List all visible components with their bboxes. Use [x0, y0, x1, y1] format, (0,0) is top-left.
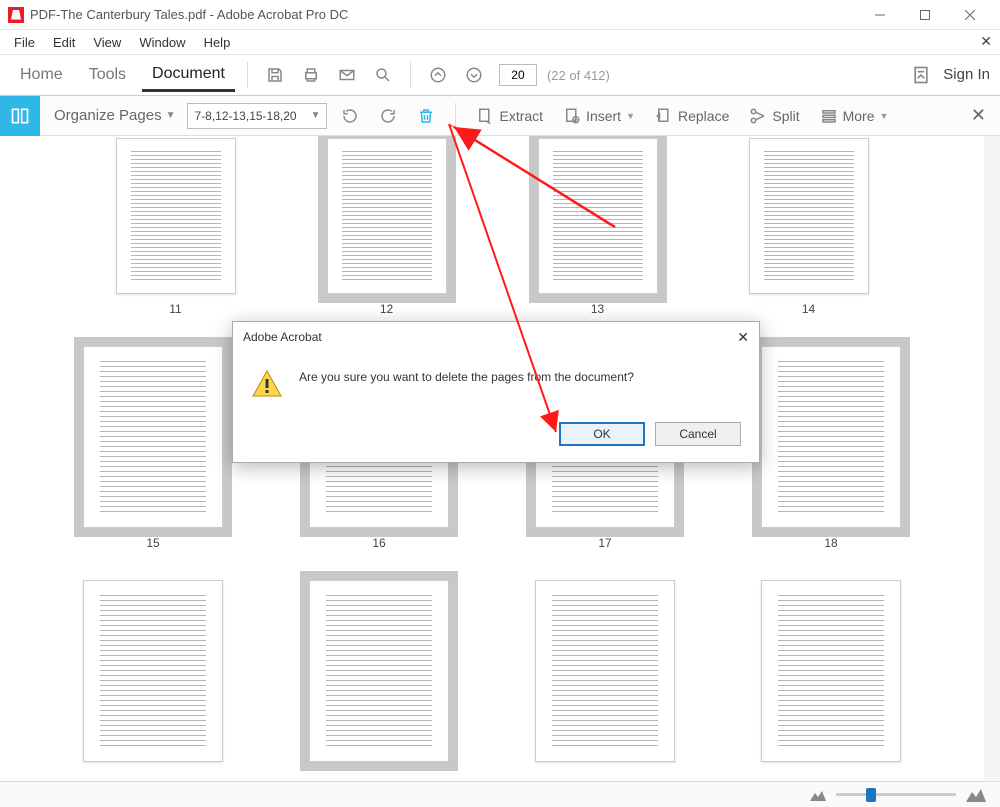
menu-window[interactable]: Window — [131, 32, 193, 53]
split-label: Split — [772, 108, 799, 124]
confirm-dialog: Adobe Acrobat ✕ Are you sure you want to… — [232, 321, 760, 463]
signin-label: Sign In — [943, 66, 990, 83]
acrobat-icon — [8, 7, 24, 23]
minimize-button[interactable] — [857, 0, 902, 30]
page-up-icon[interactable] — [423, 60, 453, 90]
status-bar — [0, 781, 1000, 807]
ok-button[interactable]: OK — [559, 422, 645, 446]
replace-button[interactable]: Replace — [649, 107, 735, 125]
organize-panel-icon[interactable] — [0, 96, 40, 136]
nav-document[interactable]: Document — [142, 59, 235, 92]
main-toolbar: Home Tools Document (22 of 412) Sign In — [0, 54, 1000, 96]
page-thumb-19[interactable] — [83, 580, 223, 762]
print-icon[interactable] — [296, 60, 326, 90]
zoom-in-icon[interactable] — [966, 788, 986, 802]
menubar: File Edit View Window Help ✕ — [0, 30, 1000, 54]
page-label: 17 — [598, 536, 611, 550]
page-label: 14 — [802, 302, 815, 316]
nav-tools[interactable]: Tools — [79, 60, 136, 90]
extract-label: Extract — [499, 108, 543, 124]
page-label: 13 — [591, 302, 604, 316]
rotate-ccw-icon[interactable] — [335, 101, 365, 131]
organize-toolbar: Organize Pages▼ 7-8,12-13,15-18,20▼ Extr… — [0, 96, 1000, 136]
more-label: More — [843, 108, 875, 124]
page-down-icon[interactable] — [459, 60, 489, 90]
warning-icon — [251, 368, 283, 400]
page-label: 16 — [372, 536, 385, 550]
replace-label: Replace — [678, 108, 729, 124]
dialog-message: Are you sure you want to delete the page… — [299, 368, 634, 384]
page-label: 12 — [380, 302, 393, 316]
extract-button[interactable]: Extract — [470, 107, 549, 125]
split-button[interactable]: Split — [743, 107, 805, 125]
page-number-input[interactable] — [499, 64, 537, 86]
cancel-button[interactable]: Cancel — [655, 422, 741, 446]
page-thumb-15[interactable] — [83, 346, 223, 528]
dialog-close-icon[interactable]: ✕ — [737, 329, 749, 346]
close-tool-icon[interactable]: ✕ — [967, 105, 990, 126]
organize-pages-dropdown[interactable]: Organize Pages▼ — [54, 107, 179, 124]
page-range-input[interactable]: 7-8,12-13,15-18,20▼ — [187, 103, 327, 129]
zoom-slider[interactable] — [836, 793, 956, 796]
scrollbar-thumb[interactable] — [986, 156, 998, 216]
menu-help[interactable]: Help — [196, 32, 239, 53]
insert-label: Insert — [586, 108, 621, 124]
menu-file[interactable]: File — [6, 32, 43, 53]
organize-pages-label: Organize Pages — [54, 107, 162, 124]
maximize-button[interactable] — [902, 0, 947, 30]
menu-edit[interactable]: Edit — [45, 32, 83, 53]
menu-view[interactable]: View — [85, 32, 129, 53]
page-thumb-14[interactable] — [749, 138, 869, 294]
more-button[interactable]: More▼ — [814, 107, 895, 125]
page-thumb-11[interactable] — [116, 138, 236, 294]
signin[interactable]: Sign In — [901, 65, 990, 85]
page-count-label: (22 of 412) — [547, 68, 610, 83]
page-range-value: 7-8,12-13,15-18,20 — [194, 109, 296, 123]
page-thumb-20[interactable] — [309, 580, 449, 762]
page-thumb-12[interactable] — [327, 138, 447, 294]
close-button[interactable] — [947, 0, 992, 30]
zoom-out-icon[interactable] — [810, 789, 826, 801]
titlebar: PDF-The Canterbury Tales.pdf - Adobe Acr… — [0, 0, 1000, 30]
page-label: 15 — [146, 536, 159, 550]
mail-icon[interactable] — [332, 60, 362, 90]
page-label: 11 — [169, 302, 181, 316]
rotate-cw-icon[interactable] — [373, 101, 403, 131]
page-thumb-13[interactable] — [538, 138, 658, 294]
search-icon[interactable] — [368, 60, 398, 90]
page-thumb-18[interactable] — [761, 346, 901, 528]
page-thumb-21[interactable] — [535, 580, 675, 762]
page-label: 18 — [824, 536, 837, 550]
save-icon[interactable] — [260, 60, 290, 90]
dialog-title: Adobe Acrobat — [243, 330, 322, 344]
document-close-button[interactable]: ✕ — [980, 33, 992, 50]
nav-home[interactable]: Home — [10, 60, 73, 90]
delete-icon[interactable] — [411, 101, 441, 131]
window-title: PDF-The Canterbury Tales.pdf - Adobe Acr… — [30, 7, 857, 22]
page-thumb-22[interactable] — [761, 580, 901, 762]
thumbnail-area: 11 12 13 14 15 16 17 18 — [0, 136, 1000, 806]
insert-button[interactable]: Insert▼ — [557, 107, 641, 125]
